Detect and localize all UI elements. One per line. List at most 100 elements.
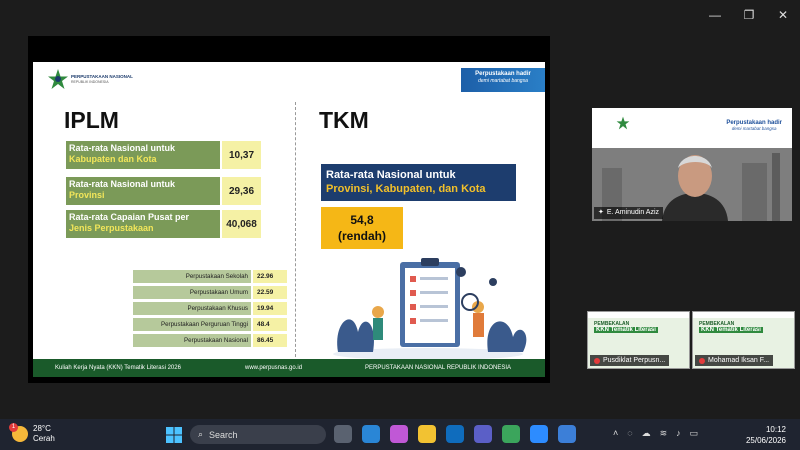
tagline-box: Perpustakaan hadir demi martabat bangsa (461, 68, 545, 92)
participant-tile-subtitle: KKN Tematik Literasi (594, 327, 658, 333)
tkm-value: 54,8 (350, 213, 374, 227)
slide-footer: Kuliah Kerja Nyata (KKN) Tematik Literas… (33, 359, 545, 377)
participant-name-tag: Mohamad Iksan F... (695, 355, 774, 366)
library-type-row: Perpustakaan Nasional 86.45 (133, 334, 287, 347)
shared-screen: PERPUSTAKAAN NASIONAL REPUBLIK INDONESIA… (28, 36, 550, 383)
perpusnas-logo-icon (616, 116, 630, 130)
weather-widget[interactable]: 1 28°C Cerah (9, 423, 55, 444)
teams-icon[interactable] (474, 425, 492, 443)
speaker-tagline-line-2: demi martabat bangsa (731, 126, 777, 131)
logo-subtext: REPUBLIK INDONESIA (71, 80, 109, 84)
mic-muted-icon (594, 357, 600, 364)
checklist-illustration-icon (333, 258, 527, 360)
mic-muted-icon (699, 357, 705, 364)
participant-tile-header (588, 312, 689, 318)
close-button[interactable]: ✕ (766, 6, 800, 24)
participant-tile[interactable]: PEMBEKALAN KKN Tematik Literasi Mohamad … (692, 311, 795, 369)
participant-tile-subtitle: KKN Tematik Literasi (699, 327, 763, 333)
iplm-group-label-line-1: Rata-rata Capaian Pusat per (69, 212, 190, 222)
library-type-row: Perpustakaan Umum 22.59 (133, 286, 287, 299)
iplm-group-value: 29,36 (222, 177, 261, 205)
iplm-group-label-line-2: Provinsi (69, 190, 105, 200)
window-controls: — ❐ ✕ (698, 6, 800, 24)
weather-sun-icon: 1 (9, 423, 28, 442)
iplm-group-label-line-1: Rata-rata Nasional untuk (69, 143, 176, 153)
tkm-value-note: (rendah) (338, 229, 386, 243)
speaker-tagline: Perpustakaan hadir demi martabat bangsa (726, 120, 782, 131)
iplm-group-label: Rata-rata Nasional untuk Provinsi (66, 177, 220, 205)
footer-website: www.perpusnas.go.id (245, 365, 303, 371)
weather-condition: Cerah (33, 434, 55, 443)
participant-name: Pusdiklat Perpusn... (603, 357, 666, 364)
system-clock[interactable]: 10:12 25/06/2026 (746, 424, 786, 446)
slide-header: PERPUSTAKAAN NASIONAL REPUBLIK INDONESIA… (33, 62, 545, 95)
tagline-line-1: Perpustakaan hadir (475, 71, 531, 77)
speaker-video-tile[interactable]: Perpustakaan hadir demi martabat bangsa … (592, 108, 792, 221)
outlook-icon[interactable] (446, 425, 464, 443)
library-type-label: Perpustakaan Perguruan Tinggi (133, 318, 251, 331)
network-icon[interactable]: ◌ (627, 428, 632, 439)
tkm-title: TKM (319, 107, 369, 133)
system-tray: ˄ ◌ ☁ ≋ ♪ ▭ (613, 428, 698, 439)
iplm-title: IPLM (64, 107, 119, 133)
taskbar: 1 28°C Cerah ⌕ Search ˄ ◌ ☁ ≋ ♪ ▭ 10:12 … (0, 419, 800, 450)
wifi-icon[interactable]: ≋ (660, 428, 668, 439)
speaker-background-header: Perpustakaan hadir demi martabat bangsa (592, 108, 792, 148)
perpusnas-logo-icon (48, 69, 68, 89)
participant-name-tag: Pusdiklat Perpusn... (590, 355, 670, 366)
windows-start-icon[interactable] (166, 427, 182, 443)
clock-time: 10:12 (765, 425, 786, 434)
weather-text: 28°C Cerah (33, 424, 55, 444)
iplm-group-label: Rata-rata Nasional untuk Kabupaten dan K… (66, 141, 220, 169)
participant-tile[interactable]: PEMBEKALAN KKN Tematik Literasi Pusdikla… (587, 311, 690, 369)
speaker-video: ✦ E. Aminudin Aziz (592, 148, 792, 221)
library-type-label: Perpustakaan Sekolah (133, 270, 251, 283)
library-type-value: 19.94 (253, 302, 287, 315)
cloud-icon[interactable]: ☁ (642, 428, 651, 439)
file-explorer-icon[interactable] (418, 425, 436, 443)
photos-icon[interactable] (558, 425, 576, 443)
temperature: 28°C (33, 424, 51, 433)
zoom-icon[interactable] (530, 425, 548, 443)
participant-name: Mohamad Iksan F... (708, 357, 770, 364)
footer-left: Kuliah Kerja Nyata (KKN) Tematik Literas… (55, 365, 181, 371)
library-type-list: Perpustakaan Sekolah 22.96 Perpustakaan … (133, 270, 287, 350)
speaker-name-tag: ✦ E. Aminudin Aziz (594, 207, 664, 219)
taskbar-search[interactable]: ⌕ Search (190, 425, 326, 444)
edge-browser-icon[interactable] (362, 425, 380, 443)
tkm-label-line-1: Rata-rata Nasional untuk (326, 169, 456, 181)
library-type-row: Perpustakaan Khusus 19.94 (133, 302, 287, 315)
pin-icon: ✦ (598, 209, 604, 216)
library-type-value: 86.45 (253, 334, 287, 347)
volume-icon[interactable]: ♪ (676, 428, 681, 439)
library-type-label: Perpustakaan Umum (133, 286, 251, 299)
restore-button[interactable]: ❐ (732, 6, 766, 24)
battery-icon[interactable]: ▭ (690, 428, 699, 439)
taskbar-apps (334, 425, 576, 443)
copilot-icon[interactable] (390, 425, 408, 443)
task-view-icon[interactable] (334, 425, 352, 443)
divider (295, 102, 296, 357)
chrome-icon[interactable] (502, 425, 520, 443)
iplm-group-label-line-1: Rata-rata Nasional untuk (69, 179, 176, 189)
minimize-button[interactable]: — (698, 6, 732, 24)
slide: PERPUSTAKAAN NASIONAL REPUBLIK INDONESIA… (33, 62, 545, 377)
iplm-group-label-line-2: Kabupaten dan Kota (69, 154, 157, 164)
library-type-value: 48.4 (253, 318, 287, 331)
footer-right: PERPUSTAKAAN NASIONAL REPUBLIK INDONESIA (365, 365, 512, 371)
speaker-name: E. Aminudin Aziz (606, 209, 660, 216)
chevron-up-icon[interactable]: ˄ (613, 428, 618, 439)
library-type-row: Perpustakaan Sekolah 22.96 (133, 270, 287, 283)
library-type-value: 22.96 (253, 270, 287, 283)
search-placeholder: Search (209, 429, 238, 440)
search-icon: ⌕ (198, 429, 204, 439)
iplm-group-label-line-2: Jenis Perpustakaan (69, 223, 154, 233)
notification-badge: 1 (9, 423, 18, 432)
iplm-group-value: 40,068 (222, 210, 261, 238)
library-type-row: Perpustakaan Perguruan Tinggi 48.4 (133, 318, 287, 331)
library-type-label: Perpustakaan Nasional (133, 334, 251, 347)
tkm-label: Rata-rata Nasional untuk Provinsi, Kabup… (321, 164, 516, 201)
tkm-value-box: 54,8 (rendah) (321, 207, 403, 249)
participant-tile-header (693, 312, 794, 318)
library-type-value: 22.59 (253, 286, 287, 299)
